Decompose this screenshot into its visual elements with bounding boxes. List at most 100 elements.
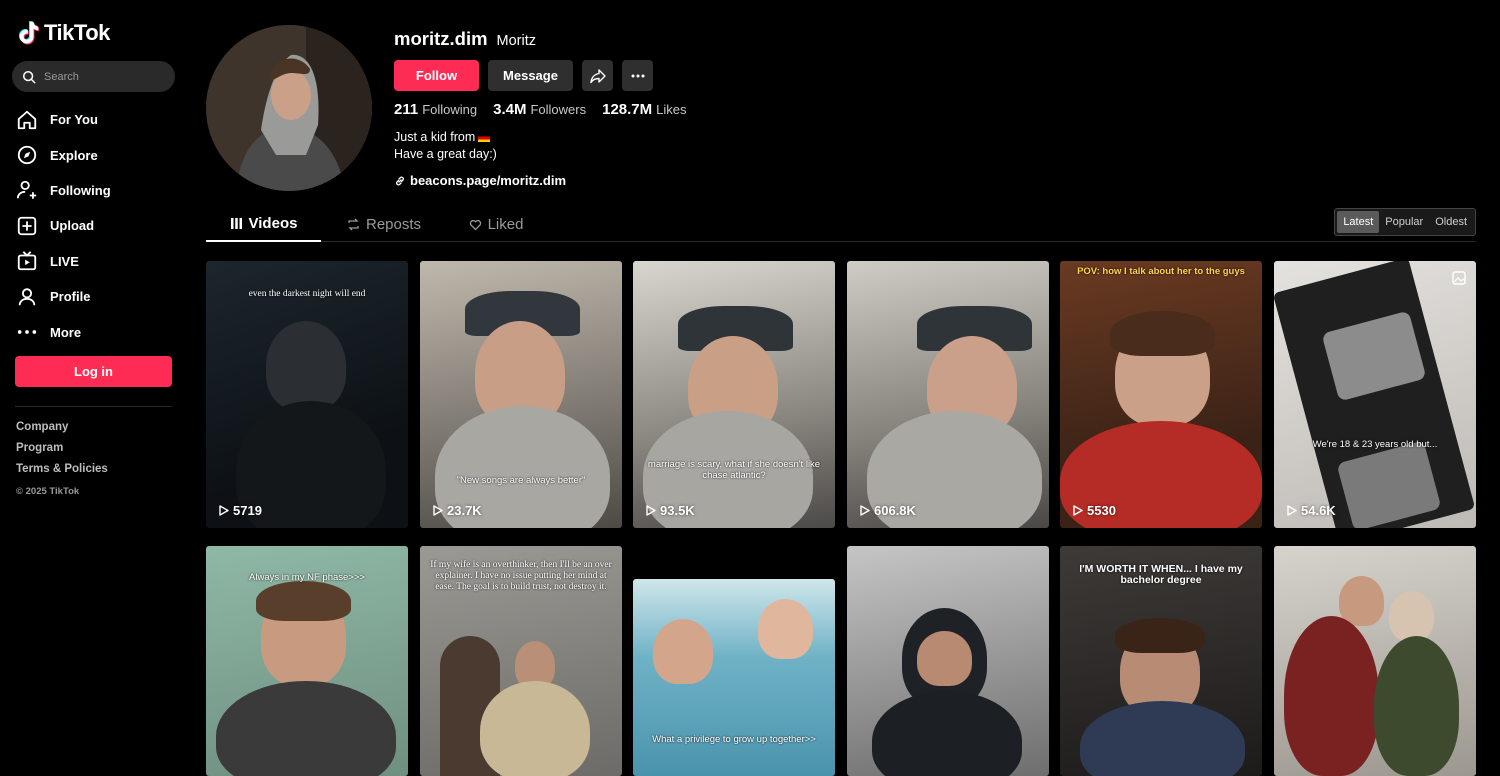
nav-item-explore[interactable]: Explore — [16, 137, 111, 172]
video-card[interactable]: Always in my NF phase>>> — [206, 546, 408, 776]
video-caption: marriage is scary, what if she doesn't l… — [647, 459, 821, 481]
video-card[interactable] — [847, 546, 1049, 776]
play-icon — [860, 505, 870, 516]
compass-icon — [17, 145, 37, 165]
tab-label: Videos — [248, 214, 298, 232]
tab-reposts[interactable]: Reposts — [334, 206, 434, 242]
video-card[interactable]: marriage is scary, what if she doesn't l… — [633, 261, 835, 528]
profile-tabs: Videos Reposts Liked Latest Popular Olde… — [206, 206, 1476, 242]
tab-videos[interactable]: Videos — [206, 206, 321, 242]
video-card[interactable]: If my wife is an overthinker, then I'll … — [420, 546, 622, 776]
view-count: 93.5K — [645, 503, 695, 518]
play-icon — [1073, 505, 1083, 516]
nav-label: Upload — [50, 218, 95, 234]
share-button[interactable] — [582, 60, 613, 91]
nav-label: LIVE — [50, 253, 79, 269]
nav-item-live[interactable]: LIVE — [16, 244, 111, 279]
view-count: 5530 — [1072, 503, 1116, 518]
nav-item-upload[interactable]: Upload — [16, 208, 111, 243]
video-caption: "New songs are always better" — [456, 475, 586, 486]
nav-item-more[interactable]: More — [16, 314, 111, 349]
tab-label: Reposts — [365, 215, 422, 233]
bio-line-1: Just a kid from — [394, 130, 476, 144]
nav-label: For You — [50, 112, 98, 128]
tiktok-logo-icon — [18, 21, 40, 45]
link-icon — [396, 176, 404, 185]
video-card[interactable]: even the darkest night will end 5719 — [206, 261, 408, 528]
footer-link-company[interactable]: Company — [16, 421, 108, 442]
video-card[interactable]: "New songs are always better" 23.7K — [420, 261, 622, 528]
tab-liked[interactable]: Liked — [456, 206, 536, 242]
following-icon — [16, 181, 37, 200]
share-icon — [589, 68, 606, 83]
stat-label: Likes — [656, 102, 687, 117]
search-input[interactable] — [44, 70, 164, 83]
view-count-text: 606.8K — [874, 503, 916, 518]
message-button[interactable]: Message — [488, 60, 573, 91]
footer-link-terms[interactable]: Terms & Policies — [16, 463, 108, 484]
video-caption: even the darkest night will end — [248, 289, 366, 299]
search-bar[interactable] — [12, 61, 175, 92]
bio-link-text: beacons.page/moritz.dim — [410, 173, 567, 188]
upload-icon — [17, 216, 37, 236]
tiktok-logo[interactable]: TikTok — [18, 20, 110, 46]
profile-actions: Follow Message — [394, 60, 653, 91]
play-icon — [646, 505, 656, 516]
login-button[interactable]: Log in — [15, 356, 172, 387]
logo-text: TikTok — [44, 20, 110, 45]
video-caption: If my wife is an overthinker, then I'll … — [430, 560, 612, 592]
ellipsis-icon — [631, 74, 644, 77]
nav-label: More — [50, 324, 82, 340]
more-icon — [17, 330, 37, 334]
video-caption: POV: how I talk about her to the guys — [1077, 266, 1245, 277]
nav-label: Explore — [50, 147, 98, 163]
video-caption: We're 18 & 23 years old but... — [1312, 439, 1438, 450]
more-options-button[interactable] — [622, 60, 653, 91]
home-icon — [17, 110, 37, 129]
stat-following[interactable]: 211 Following — [394, 101, 477, 119]
heart-outline-icon — [469, 219, 481, 230]
sidebar-footer: Company Program Terms & Policies © 2025 … — [16, 421, 108, 497]
profile-info: moritz.dim Moritz Follow Message 211 Foll… — [394, 28, 687, 188]
video-card[interactable]: We're 18 & 23 years old but... 54.6K — [1274, 261, 1476, 528]
live-icon — [17, 251, 37, 271]
stat-label: Following — [422, 102, 478, 117]
view-count-text: 23.7K — [447, 503, 482, 518]
follow-button[interactable]: Follow — [394, 60, 479, 91]
bio-link[interactable]: beacons.page/moritz.dim — [394, 173, 566, 188]
bio-line-2: Have a great day:) — [394, 146, 497, 161]
nav-item-profile[interactable]: Profile — [16, 279, 111, 314]
video-card[interactable]: 606.8K — [847, 261, 1049, 528]
video-card[interactable] — [1274, 546, 1476, 776]
view-count: 23.7K — [432, 503, 482, 518]
play-icon — [1287, 505, 1297, 516]
grid-icon — [230, 217, 242, 229]
view-count: 606.8K — [859, 503, 916, 518]
profile-names: moritz.dim Moritz — [394, 28, 536, 50]
nav-item-for-you[interactable]: For You — [16, 102, 111, 137]
footer-link-program[interactable]: Program — [16, 442, 108, 463]
stat-value: 3.4M — [493, 101, 527, 118]
sort-popular[interactable]: Popular — [1379, 211, 1429, 233]
video-card[interactable]: What a privilege to grow up together>> — [633, 579, 835, 776]
video-caption: Always in my NF phase>>> — [249, 572, 365, 583]
stat-followers[interactable]: 3.4M Followers — [493, 101, 586, 119]
profile-stats: 211 Following 3.4M Followers 128.7M Likes — [394, 101, 687, 119]
tab-label: Liked — [487, 215, 524, 233]
stat-value: 211 — [394, 101, 419, 118]
nav-item-following[interactable]: Following — [16, 173, 111, 208]
sidebar-divider — [15, 406, 172, 407]
photo-icon — [1452, 271, 1466, 285]
video-caption: I'M WORTH IT WHEN... I have my bachelor … — [1079, 563, 1243, 586]
username: moritz.dim — [394, 28, 488, 49]
avatar — [206, 25, 372, 191]
video-card[interactable]: POV: how I talk about her to the guys 55… — [1060, 261, 1262, 528]
view-count-text: 5530 — [1087, 503, 1116, 518]
search-icon — [22, 70, 36, 84]
sort-oldest[interactable]: Oldest — [1429, 211, 1473, 233]
view-count-text: 93.5K — [660, 503, 695, 518]
avatar-image — [206, 25, 372, 191]
germany-flag-icon — [478, 133, 491, 142]
sort-latest[interactable]: Latest — [1337, 211, 1380, 233]
video-card[interactable]: I'M WORTH IT WHEN... I have my bachelor … — [1060, 546, 1262, 776]
